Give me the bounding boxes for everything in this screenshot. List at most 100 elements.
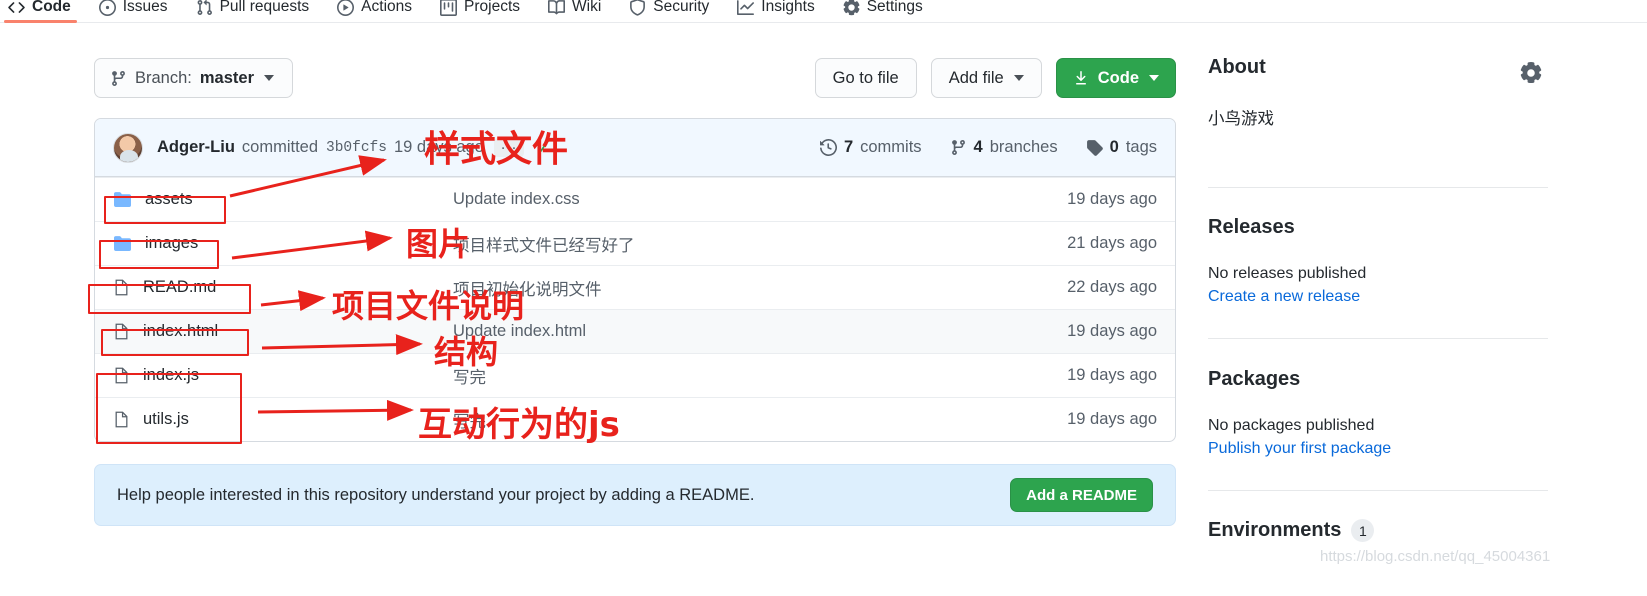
watermark: https://blog.csdn.net/qq_45004361 — [1320, 548, 1551, 565]
repo-main: Branch: master Go to file Add file Code — [94, 56, 1176, 526]
commit-message[interactable]: Update index.html — [453, 322, 1017, 341]
about-description: 小鸟游戏 — [1208, 110, 1274, 128]
commit-verb: committed — [241, 138, 319, 156]
tags-stat[interactable]: 0 tags — [1086, 138, 1157, 157]
chevron-down-icon — [1149, 75, 1159, 81]
folder-icon — [113, 235, 132, 252]
create-release-link[interactable]: Create a new release — [1208, 288, 1548, 306]
folder-icon — [113, 191, 132, 208]
history-icon — [819, 139, 837, 156]
graph-icon — [737, 0, 755, 16]
nav-divider — [0, 22, 1647, 23]
repo-sidebar: About 小鸟游戏 Releases No releases publishe… — [1208, 56, 1548, 542]
releases-heading: Releases — [1208, 216, 1295, 238]
avatar — [113, 132, 143, 163]
commit-message[interactable]: 项目初始化说明文件 — [453, 276, 1017, 300]
table-row[interactable]: index.html Update index.html 19 days ago — [95, 309, 1175, 353]
tab-settings-label: Settings — [866, 0, 923, 15]
active-tab-indicator — [4, 20, 77, 23]
publish-package-link[interactable]: Publish your first package — [1208, 440, 1548, 458]
branch-prefix-label: Branch: — [135, 68, 192, 87]
commit-more-button[interactable]: ... — [493, 137, 525, 157]
book-icon — [548, 0, 566, 16]
file-name-cell: READ.md — [113, 278, 453, 297]
file-link[interactable]: assets — [145, 190, 193, 209]
tab-code-label: Code — [32, 0, 71, 15]
file-name-cell: index.js — [113, 366, 453, 385]
table-row[interactable]: utils.js 写完 19 days ago — [95, 397, 1175, 441]
releases-empty-text: No releases published — [1208, 265, 1367, 282]
tags-label: tags — [1125, 138, 1157, 156]
tab-settings[interactable]: Settings — [829, 0, 937, 22]
commit-message[interactable]: Update index.css — [453, 190, 1017, 209]
table-row[interactable]: READ.md 项目初始化说明文件 22 days ago — [95, 265, 1175, 309]
tab-insights-label: Insights — [761, 0, 815, 15]
file-icon — [113, 410, 130, 429]
code-button[interactable]: Code — [1055, 58, 1176, 98]
project-icon — [440, 0, 458, 16]
tab-issues[interactable]: Issues — [85, 0, 182, 22]
file-link[interactable]: images — [145, 234, 198, 253]
commit-sha[interactable]: 3b0fcfs — [326, 140, 387, 156]
commit-date: 19 days ago — [1067, 322, 1157, 340]
file-list-container: Adger-Liu committed 3b0fcfs 19 days ago … — [94, 118, 1176, 442]
latest-commit-header: Adger-Liu committed 3b0fcfs 19 days ago … — [95, 119, 1175, 177]
commit-message[interactable]: 写完 — [453, 364, 1017, 388]
tab-security-label: Security — [653, 0, 710, 15]
edit-repo-settings-button[interactable] — [1520, 62, 1542, 84]
tab-actions[interactable]: Actions — [323, 0, 426, 22]
tab-code[interactable]: Code — [0, 0, 85, 22]
file-icon — [113, 278, 130, 297]
branch-selector[interactable]: Branch: master — [94, 58, 293, 98]
commit-author[interactable]: Adger-Liu — [157, 138, 235, 157]
commit-date: 19 days ago — [1067, 410, 1157, 428]
commits-stat[interactable]: 7 commits — [819, 138, 922, 157]
tab-issues-label: Issues — [122, 0, 168, 15]
download-icon — [1073, 70, 1090, 87]
pull-request-icon — [196, 0, 213, 16]
file-icon — [113, 322, 130, 341]
commit-date: 19 days ago — [1067, 190, 1157, 208]
file-link[interactable]: index.js — [143, 366, 199, 385]
chevron-down-icon — [264, 75, 274, 81]
add-file-button[interactable]: Add file — [930, 58, 1042, 98]
commit-message[interactable]: 写完 — [453, 408, 1017, 432]
commits-count: 7 — [843, 138, 854, 156]
branch-icon — [950, 139, 967, 156]
gear-icon — [843, 0, 860, 16]
tab-wiki-label: Wiki — [572, 0, 602, 15]
code-button-label: Code — [1097, 68, 1139, 87]
branches-count: 4 — [973, 138, 983, 156]
chevron-down-icon — [1013, 75, 1024, 81]
play-icon — [337, 0, 355, 16]
add-readme-button[interactable]: Add a README — [1010, 478, 1153, 512]
file-link[interactable]: utils.js — [143, 410, 189, 429]
environments-count-badge: 1 — [1351, 519, 1375, 542]
shield-icon — [629, 0, 646, 16]
tab-projects[interactable]: Projects — [426, 0, 534, 22]
tab-pull-requests[interactable]: Pull requests — [182, 0, 324, 22]
table-row[interactable]: index.js 写完 19 days ago — [95, 353, 1175, 397]
go-to-file-label: Go to file — [832, 68, 899, 87]
table-row[interactable]: assets Update index.css 19 days ago — [95, 177, 1175, 221]
tab-actions-label: Actions — [361, 0, 413, 15]
file-name-cell: index.html — [113, 322, 453, 341]
sidebar-divider — [1208, 338, 1548, 339]
file-name-cell: assets — [113, 190, 453, 209]
add-file-label: Add file — [948, 68, 1004, 87]
tab-insights[interactable]: Insights — [723, 0, 828, 22]
file-link[interactable]: READ.md — [143, 278, 216, 297]
commits-label: commits — [860, 138, 922, 156]
commit-message[interactable]: 项目样式文件已经写好了 — [453, 232, 1017, 256]
repo-toolbar: Branch: master Go to file Add file Code — [94, 56, 1176, 100]
sidebar-divider — [1208, 490, 1548, 491]
file-link[interactable]: index.html — [143, 322, 218, 341]
branches-stat[interactable]: 4 branches — [950, 138, 1058, 157]
packages-heading: Packages — [1208, 368, 1301, 390]
table-row[interactable]: images 项目样式文件已经写好了 21 days ago — [95, 221, 1175, 265]
tab-pull-requests-label: Pull requests — [219, 0, 310, 15]
tag-icon — [1086, 139, 1103, 156]
go-to-file-button[interactable]: Go to file — [814, 58, 917, 98]
tab-wiki[interactable]: Wiki — [534, 0, 615, 22]
tab-security[interactable]: Security — [615, 0, 723, 22]
